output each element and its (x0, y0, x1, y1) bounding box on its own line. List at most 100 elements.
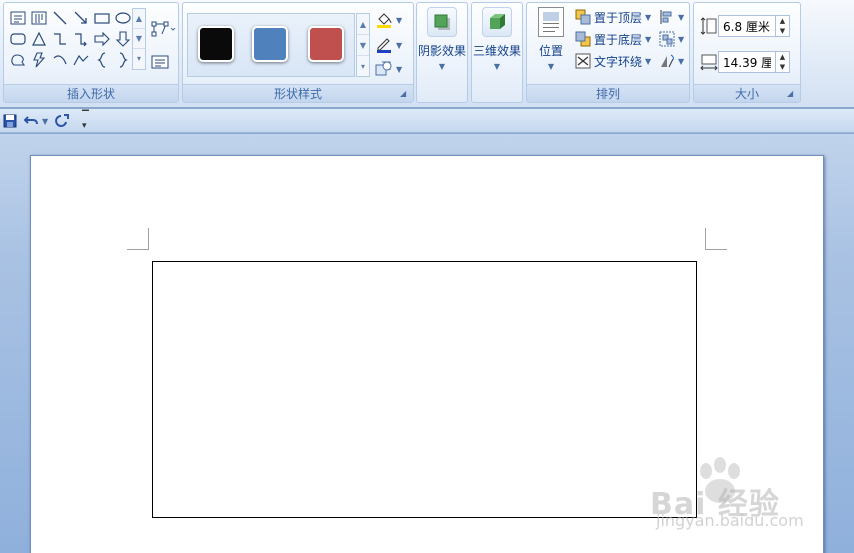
curve-shape[interactable] (71, 50, 91, 70)
arrange-label: 排列 (527, 84, 689, 102)
text-box-icon (151, 55, 169, 69)
rotate-button[interactable]: ▼ (659, 51, 684, 71)
spin-up-icon[interactable]: ▲ (776, 16, 789, 26)
right-brace-shape[interactable] (113, 50, 133, 70)
line-shape[interactable] (50, 8, 70, 28)
chevron-down-icon[interactable]: ▼ (357, 35, 369, 56)
elbow-arrow-connector-shape[interactable] (71, 29, 91, 49)
dialog-launcher-icon[interactable]: ◢ (400, 89, 410, 99)
chevron-up-icon[interactable]: ▲ (357, 14, 369, 35)
bring-to-front-icon (575, 9, 591, 25)
shadow-icon (427, 7, 457, 37)
dropdown-arrow-icon: ▼ (396, 15, 403, 25)
spin-up-icon[interactable]: ▲ (776, 52, 789, 62)
height-row: ▲ ▼ (700, 13, 790, 39)
rounded-rectangle-shape[interactable] (8, 29, 28, 49)
shape-height-input[interactable] (718, 15, 776, 37)
freeform-shape[interactable] (8, 50, 28, 70)
save-icon (3, 114, 17, 128)
quick-access-toolbar: ▼ ▔ ▾ (0, 109, 854, 133)
position-button[interactable]: 位置 ▼ (533, 7, 569, 71)
send-to-back-button[interactable]: 置于底层 ▼ (575, 29, 651, 49)
elbow-connector-shape[interactable] (50, 29, 70, 49)
blue-style-swatch[interactable] (252, 26, 288, 62)
height-spinner[interactable]: ▲ ▼ (776, 15, 790, 37)
oval-shape[interactable] (113, 8, 133, 28)
customize-qat-button[interactable]: ▔ ▾ (82, 111, 89, 131)
shape-style-gallery (187, 13, 355, 77)
align-button[interactable]: ▼ (659, 7, 684, 27)
redo-button[interactable] (55, 112, 71, 130)
triangle-shape[interactable] (29, 29, 49, 49)
rotate-icon (661, 54, 674, 68)
shape-width-input[interactable] (718, 51, 776, 73)
size-group: ▲ ▼ ▲ ▼ 大小 ◢ (693, 2, 801, 103)
insert-shapes-label: 插入形状 (4, 84, 178, 102)
text-wrapping-button[interactable]: 文字环绕 ▼ (575, 51, 651, 71)
width-spinner[interactable]: ▲ ▼ (776, 51, 790, 73)
dropdown-arrow-icon: ▼ (678, 12, 685, 22)
paint-bucket-icon (377, 13, 392, 28)
save-button[interactable] (3, 112, 17, 130)
shadow-effects-button[interactable]: 阴影效果 ▼ (417, 7, 467, 71)
shape-height-icon (700, 17, 717, 35)
redo-icon (55, 114, 69, 127)
rectangle-shape[interactable] (92, 8, 112, 28)
dropdown-arrow-icon: ▼ (678, 34, 685, 44)
send-to-back-icon (575, 31, 591, 47)
right-arrow-shape[interactable] (92, 29, 112, 49)
red-style-swatch[interactable] (308, 26, 344, 62)
shape-styles-group: ▲ ▼ ▾ ▼ ▼ ▼ 形状样式 ◢ (182, 2, 414, 103)
dropdown-arrow-icon: ▼ (438, 62, 446, 71)
text-box-shape[interactable] (8, 8, 28, 28)
ribbon: ▲ ▼ ▾ 插入形状 ▲ ▼ ▾ ▼ ▼ ▼ 形状样式 ◢ 阴影效果 ▼ 三维效… (0, 0, 854, 108)
more-icon[interactable]: ▾ (357, 56, 369, 77)
text-box-button[interactable] (151, 54, 169, 70)
undo-icon (24, 116, 38, 125)
size-label: 大小 (694, 84, 800, 102)
dropdown-arrow-icon: ▼ (678, 56, 685, 66)
drawn-rectangle-shape[interactable] (152, 261, 697, 518)
group-button[interactable]: ▼ (659, 29, 684, 49)
chevron-up-icon[interactable]: ▲ (133, 9, 145, 29)
arrow-shape[interactable] (71, 8, 91, 28)
edit-points-button[interactable] (151, 19, 177, 39)
arc-shape[interactable] (50, 50, 70, 70)
vertical-text-box-shape[interactable] (29, 8, 49, 28)
dialog-launcher-icon[interactable]: ◢ (787, 89, 797, 99)
down-arrow-shape[interactable] (113, 29, 133, 49)
text-wrapping-label: 文字环绕 (594, 54, 643, 69)
undo-button[interactable]: ▼ (24, 112, 48, 130)
change-shape-button[interactable]: ▼ (375, 59, 407, 79)
document-page[interactable] (30, 155, 824, 553)
send-to-back-label: 置于底层 (594, 32, 643, 47)
customize-icon: ▔ ▾ (82, 111, 89, 131)
spin-down-icon[interactable]: ▼ (776, 62, 789, 72)
black-style-swatch[interactable] (198, 26, 234, 62)
lightning-shape[interactable] (29, 50, 49, 70)
spin-down-icon[interactable]: ▼ (776, 26, 789, 36)
insert-shapes-group: ▲ ▼ ▾ 插入形状 (3, 2, 179, 103)
shape-outline-button[interactable]: ▼ (375, 35, 407, 55)
dropdown-arrow-icon: ▼ (547, 62, 555, 71)
dropdown-arrow-icon: ▼ (396, 40, 403, 50)
undo-dropdown-icon[interactable]: ▼ (42, 117, 48, 126)
shapes-gallery-scroll[interactable]: ▲ ▼ ▾ (132, 8, 146, 70)
dropdown-arrow-icon: ▼ (645, 56, 652, 66)
bring-to-front-button[interactable]: 置于顶层 ▼ (575, 7, 651, 27)
position-label: 位置 (538, 44, 563, 58)
more-icon[interactable]: ▾ (133, 49, 145, 69)
shape-styles-label: 形状样式 (183, 84, 413, 102)
shape-style-scroll[interactable]: ▲ ▼ ▾ (356, 13, 370, 77)
dropdown-arrow-icon: ▼ (645, 12, 652, 22)
shapes-gallery (8, 8, 132, 70)
margin-corner-top-left (127, 228, 149, 250)
three-d-effects-button[interactable]: 三维效果 ▼ (472, 7, 522, 71)
three-d-effects-group: 三维效果 ▼ (471, 2, 523, 103)
shape-fill-button[interactable]: ▼ (375, 10, 407, 30)
three-d-effects-label: 三维效果 (472, 44, 521, 58)
shape-width-icon (700, 54, 718, 71)
left-brace-shape[interactable] (92, 50, 112, 70)
position-icon (538, 7, 564, 37)
chevron-down-icon[interactable]: ▼ (133, 29, 145, 49)
